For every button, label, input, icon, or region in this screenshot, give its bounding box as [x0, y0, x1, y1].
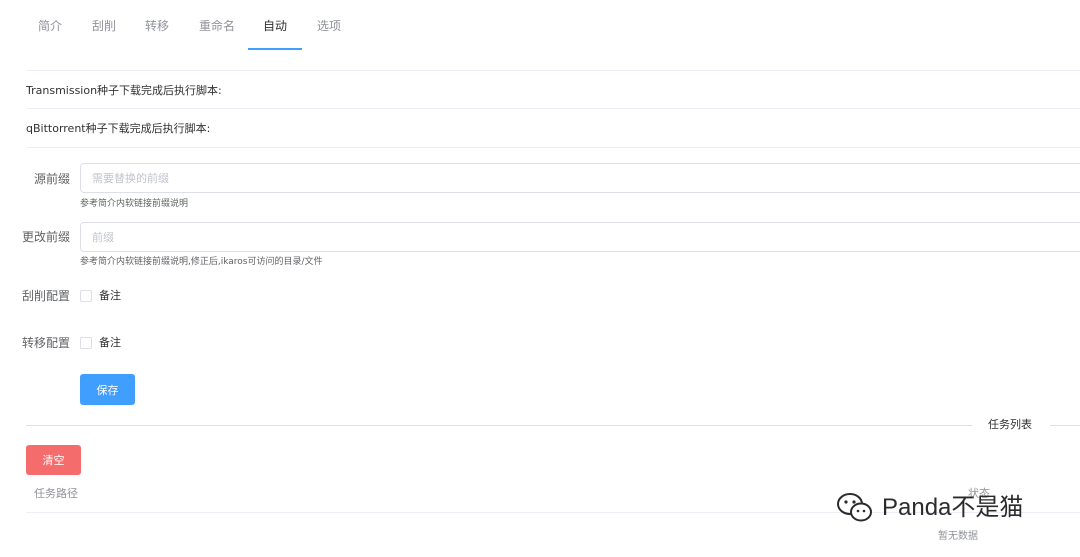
- source-prefix-label: 源前缀: [33, 172, 70, 186]
- watermark-text: Panda不是猫: [882, 494, 1024, 521]
- task-list-title: 任务列表: [988, 418, 1032, 431]
- change-prefix-help: 参考简介内软链接前缀说明,修正后,ikaros可访问的目录/文件: [80, 257, 323, 267]
- section-divider: [26, 108, 1080, 109]
- source-prefix-input[interactable]: [80, 163, 1080, 193]
- wechat-logo-icon: [837, 493, 872, 522]
- task-list-divider-left: [26, 425, 972, 426]
- table-empty-text: 暂无数据: [938, 531, 978, 542]
- transfer-config-label: 转移配置: [21, 336, 70, 350]
- tab-scrape[interactable]: 刮削: [92, 18, 116, 34]
- source-prefix-help: 参考简介内软链接前缀说明: [80, 199, 189, 209]
- tab-rename[interactable]: 重命名: [199, 18, 235, 34]
- clear-button[interactable]: 清空: [26, 445, 81, 475]
- task-list-divider-right: [1050, 425, 1080, 426]
- scrape-config-label: 刮削配置: [21, 289, 70, 303]
- tab-options[interactable]: 选项: [317, 18, 341, 34]
- transfer-config-checkbox-label[interactable]: 备注: [99, 336, 121, 350]
- transmission-script-label: Transmission种子下载完成后执行脚本:: [26, 84, 222, 97]
- tab-bar: 简介 刮削 转移 重命名 自动 选项: [0, 0, 1080, 52]
- qbittorrent-script-label: qBittorrent种子下载完成后执行脚本:: [26, 122, 211, 135]
- scrape-config-checkbox[interactable]: [80, 290, 92, 302]
- save-button[interactable]: 保存: [80, 374, 135, 405]
- scrape-config-checkbox-label[interactable]: 备注: [99, 289, 121, 303]
- tab-auto[interactable]: 自动: [263, 18, 287, 34]
- change-prefix-label: 更改前缀: [21, 230, 70, 244]
- change-prefix-input[interactable]: [80, 222, 1080, 252]
- section-divider: [26, 147, 1080, 148]
- transfer-config-checkbox[interactable]: [80, 337, 92, 349]
- watermark: Panda不是猫: [836, 488, 1023, 528]
- active-tab-indicator: [248, 48, 302, 50]
- tab-intro[interactable]: 简介: [38, 18, 62, 34]
- column-header-task-path: 任务路径: [34, 487, 78, 500]
- tab-transfer[interactable]: 转移: [145, 18, 169, 34]
- section-divider: [26, 70, 1080, 71]
